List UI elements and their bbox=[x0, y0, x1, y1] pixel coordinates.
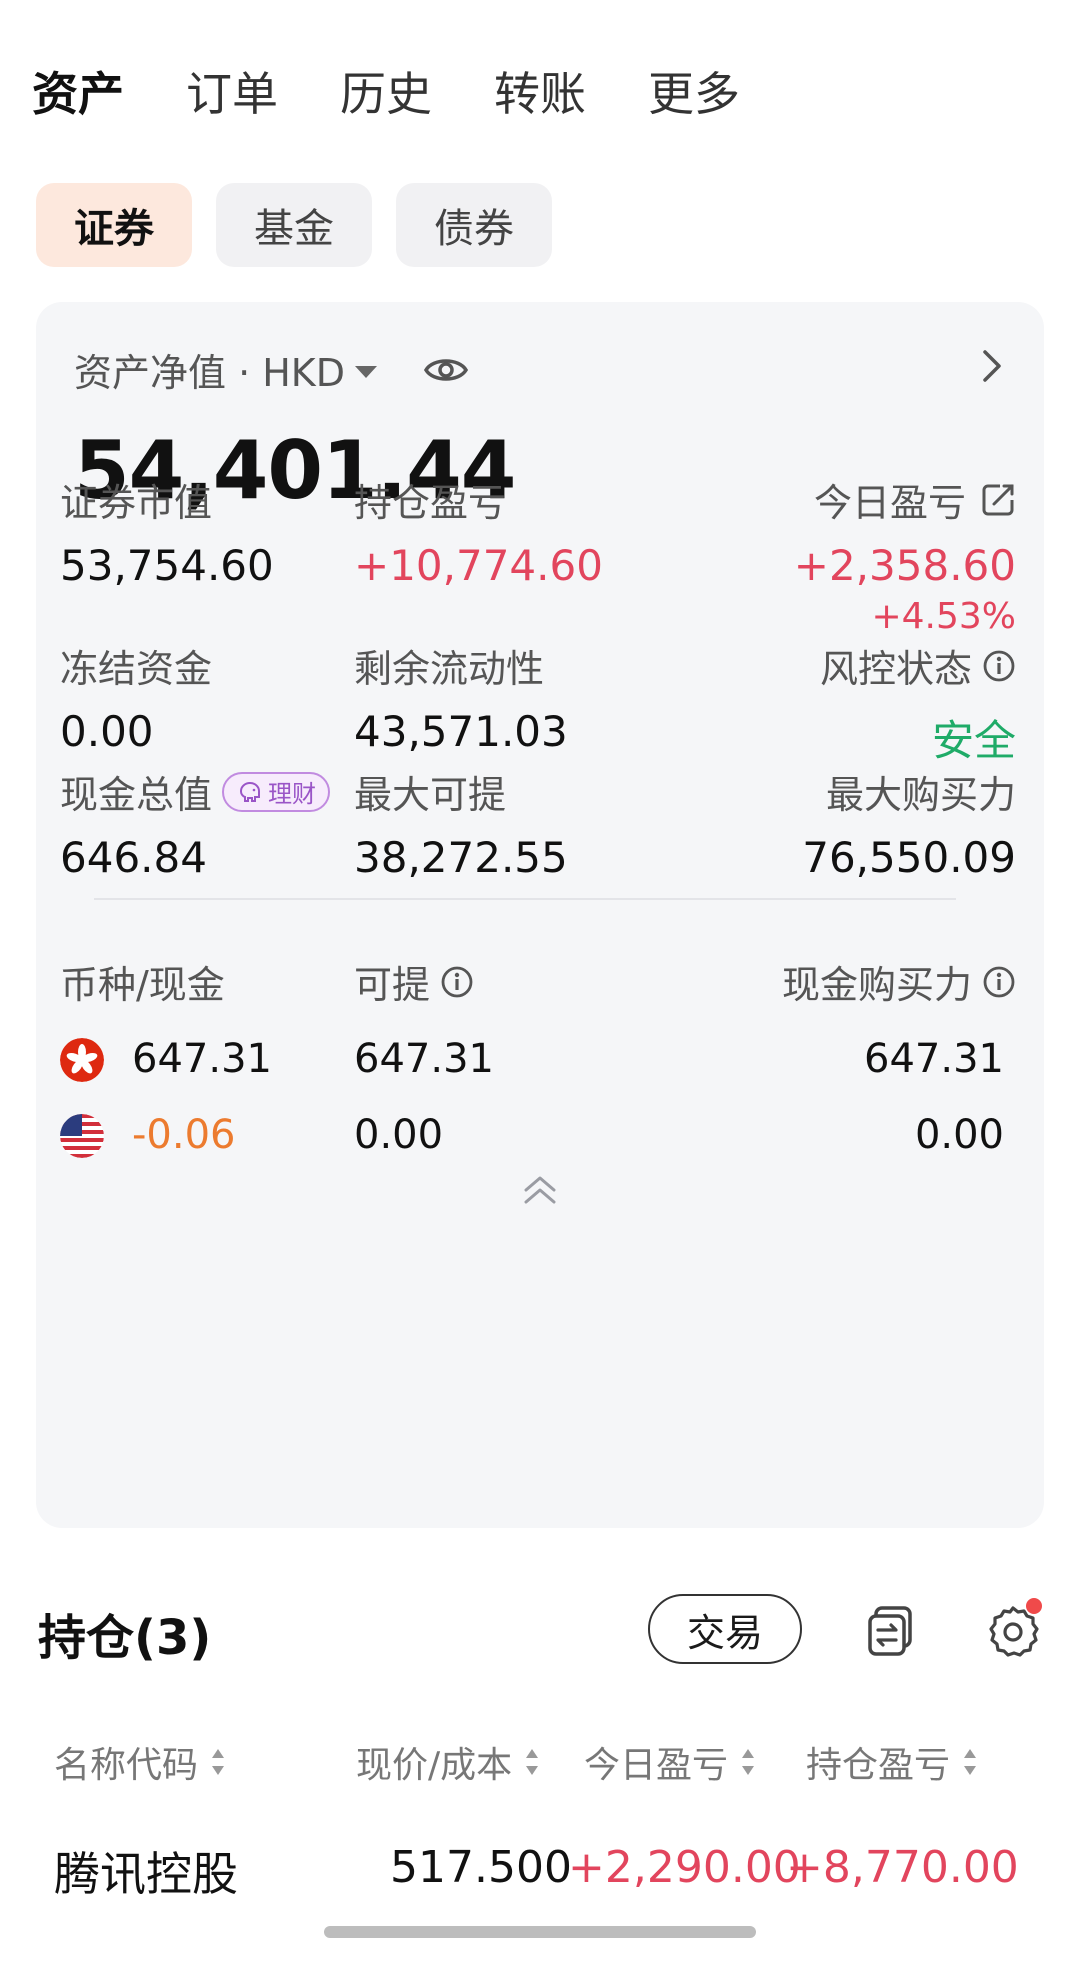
header-label: 可提 bbox=[354, 963, 431, 1007]
currency-cash: 647.31 bbox=[132, 1036, 272, 1082]
card-divider bbox=[94, 898, 956, 900]
col-header-label: 名称代码 bbox=[54, 1745, 199, 1786]
metric-value: 646.84 bbox=[60, 833, 207, 882]
metric-label: 风控状态 bbox=[819, 647, 972, 691]
assets-page: 资产 订单 历史 转账 更多 证券 基金 债券 资产净值 · HKD 54,40… bbox=[0, 0, 1080, 1963]
holding-name: 腾讯控股 bbox=[54, 1847, 238, 1901]
currency-header-cash: 币种/现金 bbox=[60, 963, 225, 1007]
metric-max-buying-power: 最大购买力 76,550.09 bbox=[802, 764, 1016, 882]
currency-withdrawable: 647.31 bbox=[354, 1036, 494, 1082]
metric-value: 76,550.09 bbox=[802, 833, 1016, 882]
col-header-holding-pnl[interactable]: 持仓盈亏 bbox=[806, 1736, 978, 1788]
metric-max-withdraw: 最大可提 38,272.55 bbox=[354, 764, 568, 882]
metric-value: 43,571.03 bbox=[354, 707, 568, 756]
metric-value: +2,358.60 bbox=[793, 541, 1016, 590]
metric-label-row: 现金总值 理财 bbox=[60, 764, 331, 819]
metric-label-row: 今日盈亏 bbox=[794, 472, 1016, 527]
sort-icon bbox=[964, 1749, 977, 1775]
trade-button[interactable]: 交易 bbox=[648, 1594, 802, 1664]
metric-holding-pnl: 持仓盈亏 +10,774.60 bbox=[354, 472, 603, 590]
currency-row-usd[interactable]: -0.06 0.00 0.00 bbox=[60, 1106, 1008, 1166]
currency-withdrawable: 0.00 bbox=[354, 1112, 444, 1158]
col-header-label: 现价/成本 bbox=[356, 1745, 513, 1786]
subtab-bonds[interactable]: 债券 bbox=[396, 183, 552, 267]
col-header-label: 持仓盈亏 bbox=[806, 1745, 951, 1786]
currency-cash: -0.06 bbox=[132, 1112, 236, 1158]
metric-label: 最大购买力 bbox=[825, 773, 1016, 817]
share-icon[interactable] bbox=[980, 482, 1016, 518]
metric-label: 现金总值 bbox=[60, 773, 213, 817]
sort-icon bbox=[742, 1749, 755, 1775]
metric-label: 持仓盈亏 bbox=[354, 481, 507, 525]
subtab-funds[interactable]: 基金 bbox=[216, 183, 372, 267]
metric-today-pnl: 今日盈亏 +2,358.60 +4.53% bbox=[794, 472, 1016, 637]
currency-row-hkd[interactable]: 647.31 647.31 647.31 bbox=[60, 1030, 1008, 1090]
top-tab-bar: 资产 订单 历史 转账 更多 bbox=[25, 58, 802, 130]
switch-view-icon[interactable] bbox=[866, 1604, 916, 1658]
metric-remaining-liquidity: 剩余流动性 43,571.03 bbox=[354, 638, 568, 756]
tab-assets-label: 资产 bbox=[32, 67, 124, 121]
header-label: 现金购买力 bbox=[781, 963, 972, 1007]
info-icon[interactable] bbox=[982, 649, 1016, 683]
eye-icon[interactable] bbox=[423, 353, 469, 387]
metric-label-row: 风控状态 bbox=[820, 638, 1016, 693]
metric-label: 冻结资金 bbox=[60, 647, 213, 691]
tab-history[interactable]: 历史 bbox=[340, 58, 432, 124]
metric-value: 0.00 bbox=[60, 707, 154, 756]
tab-transfer[interactable]: 转账 bbox=[494, 58, 586, 124]
asset-summary-card: 资产净值 · HKD 54,401.44 证券市值 53,754.60 持仓盈亏… bbox=[36, 302, 1044, 1528]
home-indicator[interactable] bbox=[324, 1926, 756, 1938]
sub-tab-bar: 证券 基金 债券 bbox=[36, 183, 576, 267]
metric-securities-value: 证券市值 53,754.60 bbox=[60, 472, 274, 590]
us-flag-icon bbox=[60, 1114, 104, 1158]
sort-icon bbox=[526, 1749, 539, 1775]
settings-button[interactable] bbox=[986, 1598, 1042, 1658]
info-icon[interactable] bbox=[982, 965, 1016, 999]
col-header-today-pnl[interactable]: 今日盈亏 bbox=[584, 1736, 756, 1788]
currency-header-withdrawable: 可提 bbox=[354, 954, 474, 1009]
currency-buying-power: 0.00 bbox=[914, 1112, 1004, 1158]
currency-dropdown-icon[interactable] bbox=[355, 365, 377, 378]
net-asset-label: 资产净值 · HKD bbox=[74, 351, 345, 395]
metric-label: 最大可提 bbox=[354, 773, 507, 817]
currency-header-buying-power: 现金购买力 bbox=[782, 954, 1016, 1009]
metric-label: 剩余流动性 bbox=[354, 647, 545, 691]
metric-frozen-funds: 冻结资金 0.00 bbox=[60, 638, 212, 756]
currency-buying-power: 647.31 bbox=[864, 1036, 1004, 1082]
today-pnl-percent: +4.53% bbox=[871, 596, 1016, 637]
metric-label: 证券市值 bbox=[60, 481, 213, 525]
holdings-title: 持仓(3) bbox=[38, 1610, 212, 1666]
metric-value: +10,774.60 bbox=[354, 541, 603, 590]
metric-value: 安全 bbox=[931, 716, 1016, 765]
sort-icon bbox=[212, 1749, 225, 1775]
metric-risk-status: 风控状态 安全 bbox=[820, 638, 1016, 768]
tab-orders[interactable]: 订单 bbox=[186, 58, 278, 124]
metric-value: 53,754.60 bbox=[60, 541, 274, 590]
col-header-name[interactable]: 名称代码 bbox=[54, 1736, 226, 1788]
metric-value: 38,272.55 bbox=[354, 833, 568, 882]
metric-cash-total: 现金总值 理财 646.84 bbox=[60, 764, 331, 882]
holding-today-pnl: +2,290.00 bbox=[568, 1842, 801, 1893]
notification-dot bbox=[1026, 1598, 1042, 1614]
chevron-right-icon[interactable] bbox=[978, 346, 1006, 386]
col-header-label: 今日盈亏 bbox=[584, 1745, 729, 1786]
tab-more[interactable]: 更多 bbox=[648, 58, 740, 124]
col-header-price[interactable]: 现价/成本 bbox=[356, 1736, 540, 1788]
collapse-up-icon[interactable] bbox=[520, 1172, 560, 1208]
piggy-bank-icon bbox=[240, 781, 261, 802]
net-asset-header: 资产净值 · HKD bbox=[74, 342, 469, 397]
wealth-management-badge[interactable]: 理财 bbox=[222, 771, 331, 812]
info-icon[interactable] bbox=[440, 965, 474, 999]
tab-assets[interactable]: 资产 bbox=[25, 58, 135, 130]
hk-flag-icon bbox=[60, 1038, 104, 1082]
holding-total-pnl: +8,770.00 bbox=[786, 1842, 1019, 1893]
subtab-securities[interactable]: 证券 bbox=[36, 183, 192, 267]
holding-price: 517.500 bbox=[390, 1842, 572, 1893]
badge-label: 理财 bbox=[268, 780, 317, 808]
metric-label: 今日盈亏 bbox=[813, 481, 966, 525]
